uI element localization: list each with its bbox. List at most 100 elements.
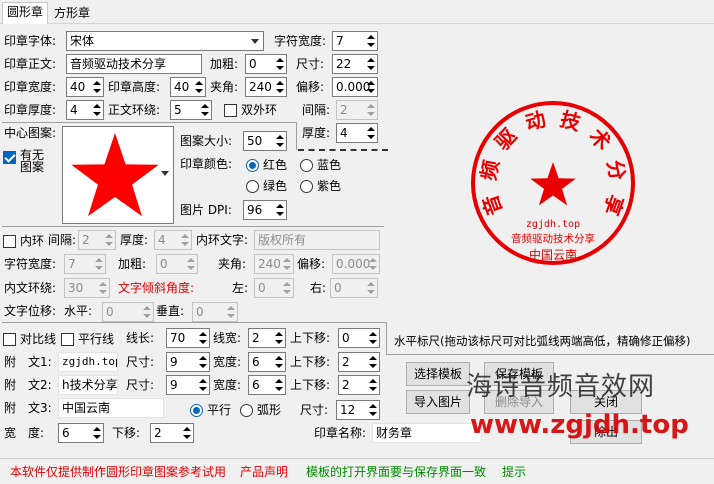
seal-text-input[interactable]: 音频驱动技术分享 <box>66 54 202 74</box>
sub3-size-stepper[interactable]: 12 <box>336 400 380 420</box>
vertical-shift-stepper[interactable]: 0 <box>192 302 238 322</box>
parallel-line-checkbox[interactable]: 平行线 <box>61 331 114 347</box>
sub1-width-stepper[interactable]: 6 <box>248 352 286 372</box>
pattern-picker[interactable] <box>62 126 174 224</box>
spin-arrows-icon[interactable] <box>198 102 210 118</box>
tab-round-seal[interactable]: 圆形章 <box>2 2 49 25</box>
spin-arrows-icon[interactable] <box>273 202 285 218</box>
width-stepper[interactable]: 6 <box>58 423 104 443</box>
sub-text-3-input[interactable]: 中国云南 <box>58 398 164 418</box>
spin-arrows-icon[interactable] <box>192 79 204 95</box>
gap-stepper[interactable]: 2 <box>336 100 378 120</box>
spin-arrows-icon[interactable] <box>364 102 376 118</box>
spin-arrows-icon[interactable] <box>273 133 285 149</box>
angle-stepper[interactable]: 240 <box>245 77 287 97</box>
radio-dot[interactable] <box>246 159 259 172</box>
inner-offset-stepper[interactable]: 0.000 <box>332 254 380 274</box>
spin-arrows-icon[interactable] <box>366 256 378 272</box>
color-red-radio[interactable]: 红色 <box>246 157 287 173</box>
select-template-button[interactable]: 选择模板 <box>406 362 470 386</box>
color-purple-radio[interactable]: 紫色 <box>300 178 341 194</box>
spin-arrows-icon[interactable] <box>364 33 376 49</box>
radio-dot[interactable] <box>300 180 313 193</box>
sub2-width-stepper[interactable]: 6 <box>248 375 286 395</box>
tilt-right-stepper[interactable]: 0 <box>330 278 378 298</box>
spin-arrows-icon[interactable] <box>364 79 376 95</box>
radio-dot[interactable] <box>246 180 259 193</box>
import-image-button[interactable]: 导入图片 <box>406 390 470 414</box>
sub-text-1-input[interactable]: zgjdh.top <box>58 352 118 372</box>
spin-arrows-icon[interactable] <box>280 256 292 272</box>
compare-line-checkbox[interactable]: 对比线 <box>3 331 56 347</box>
spin-arrows-icon[interactable] <box>366 402 378 418</box>
line-width-stepper[interactable]: 2 <box>248 328 286 348</box>
spin-arrows-icon[interactable] <box>280 280 292 296</box>
spin-arrows-icon[interactable] <box>90 102 102 118</box>
sub1-size-stepper[interactable]: 9 <box>166 352 210 372</box>
checkbox-box[interactable] <box>61 333 74 346</box>
radio-dot[interactable] <box>300 159 313 172</box>
line-length-stepper[interactable]: 70 <box>166 328 210 348</box>
inner-ring-checkbox[interactable]: 内环 <box>3 233 44 249</box>
spin-arrows-icon[interactable] <box>102 232 114 248</box>
inner-text-input[interactable]: 版权所有 <box>254 230 380 250</box>
spin-arrows-icon[interactable] <box>366 377 378 393</box>
inner-ring-wrap-stepper[interactable]: 30 <box>64 278 110 298</box>
line-updown-stepper[interactable]: 0 <box>338 328 380 348</box>
spin-arrows-icon[interactable] <box>364 56 376 72</box>
spin-arrows-icon[interactable] <box>366 330 378 346</box>
radio-dot[interactable] <box>190 404 203 417</box>
inner-bold-stepper[interactable]: 0 <box>156 254 198 274</box>
double-ring-checkbox[interactable]: 双外环 <box>224 102 277 118</box>
color-green-radio[interactable]: 绿色 <box>246 178 287 194</box>
spin-arrows-icon[interactable] <box>92 256 104 272</box>
seal-height-stepper[interactable]: 40 <box>170 77 206 97</box>
spin-arrows-icon[interactable] <box>180 425 192 441</box>
spin-arrows-icon[interactable] <box>178 232 190 248</box>
tip-link[interactable]: 提示 <box>502 463 526 481</box>
checkbox-box[interactable] <box>224 104 237 117</box>
seal-thickness-stepper[interactable]: 4 <box>66 100 104 120</box>
dpi-stepper[interactable]: 96 <box>243 200 287 220</box>
offset-stepper[interactable]: 0.000 <box>332 77 378 97</box>
inner-thickness-stepper[interactable]: 4 <box>154 230 192 250</box>
spin-arrows-icon[interactable] <box>273 56 285 72</box>
inner-angle-stepper[interactable]: 240 <box>254 254 294 274</box>
seal-width-stepper[interactable]: 40 <box>66 77 104 97</box>
spin-arrows-icon[interactable] <box>196 354 208 370</box>
sub1-updown-stepper[interactable]: 2 <box>338 352 380 372</box>
spin-arrows-icon[interactable] <box>272 377 284 393</box>
horizontal-shift-stepper[interactable]: 0 <box>102 302 154 322</box>
spin-arrows-icon[interactable] <box>273 79 285 95</box>
arc-radio[interactable]: 弧形 <box>240 402 281 418</box>
bold-stepper[interactable]: 0 <box>245 54 287 74</box>
spin-arrows-icon[interactable] <box>364 125 376 141</box>
spin-arrows-icon[interactable] <box>184 256 196 272</box>
color-blue-radio[interactable]: 蓝色 <box>300 157 341 173</box>
spin-arrows-icon[interactable] <box>90 425 102 441</box>
spin-arrows-icon[interactable] <box>272 330 284 346</box>
pattern-size-stepper[interactable]: 50 <box>243 131 287 151</box>
sub-text-2-input[interactable]: h技术分享 <box>58 375 118 395</box>
seal-name-input[interactable]: 财务章 <box>372 423 482 443</box>
spin-arrows-icon[interactable] <box>272 354 284 370</box>
spin-arrows-icon[interactable] <box>96 280 108 296</box>
spin-arrows-icon[interactable] <box>364 280 376 296</box>
spin-arrows-icon[interactable] <box>140 304 152 320</box>
radio-dot[interactable] <box>240 404 253 417</box>
center-thickness-stepper[interactable]: 4 <box>336 123 378 143</box>
checkbox-box[interactable] <box>3 333 16 346</box>
checkbox-box[interactable] <box>3 151 16 164</box>
chevron-down-icon[interactable] <box>161 171 169 176</box>
tilt-left-stepper[interactable]: 0 <box>254 278 294 298</box>
spin-arrows-icon[interactable] <box>196 377 208 393</box>
tab-square-seal[interactable]: 方形章 <box>50 4 94 24</box>
flat-radio[interactable]: 平行 <box>190 402 231 418</box>
size-stepper[interactable]: 22 <box>332 54 378 74</box>
inner-char-width-stepper[interactable]: 7 <box>64 254 106 274</box>
font-select[interactable]: 宋体 <box>66 31 264 51</box>
down-shift-stepper[interactable]: 2 <box>150 423 194 443</box>
inner-gap-stepper[interactable]: 2 <box>78 230 116 250</box>
char-width-stepper[interactable]: 7 <box>332 31 378 51</box>
spin-arrows-icon[interactable] <box>90 79 102 95</box>
